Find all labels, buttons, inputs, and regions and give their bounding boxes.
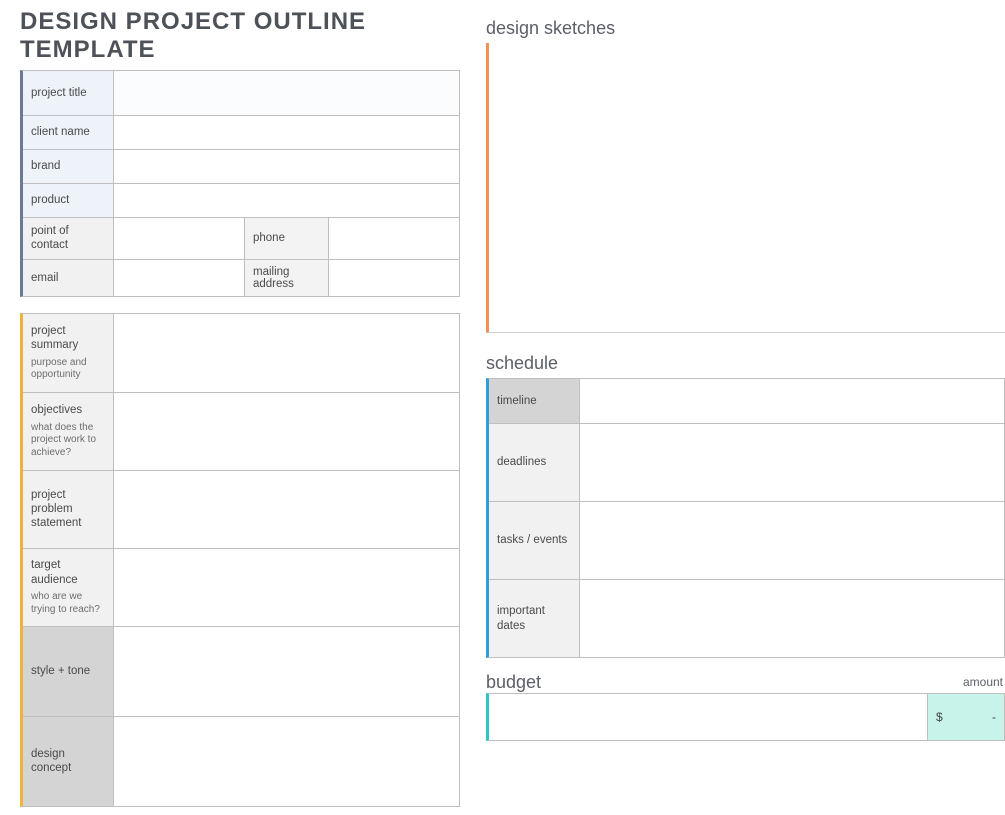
schedule-label: timeline — [489, 379, 579, 423]
schedule-cell[interactable] — [579, 580, 1004, 657]
schedule-label: deadlines — [489, 424, 579, 501]
summary-cell[interactable] — [113, 471, 459, 548]
project-info-block: project title client name brand product … — [20, 70, 460, 297]
budget-amount-cell[interactable]: $ - — [928, 694, 1004, 740]
right-column: design sketches schedule timelinedeadlin… — [486, 0, 1005, 815]
schedule-cell[interactable] — [579, 502, 1004, 579]
schedule-cell[interactable] — [579, 424, 1004, 501]
label-client-name: client name — [23, 116, 113, 149]
label-phone: phone — [244, 218, 328, 259]
summary-cell[interactable] — [113, 314, 459, 392]
summary-label: objectiveswhat does the project work to … — [23, 393, 113, 470]
label-email: email — [23, 260, 113, 296]
summary-cell[interactable] — [113, 627, 459, 716]
input-product[interactable] — [113, 184, 459, 217]
input-project-title[interactable] — [113, 71, 459, 115]
sketches-title: design sketches — [486, 18, 1005, 39]
input-mailing-address[interactable] — [328, 260, 459, 296]
budget-description[interactable] — [489, 694, 928, 740]
page-title: DESIGN PROJECT OUTLINE TEMPLATE — [20, 8, 460, 64]
label-project-title: project title — [23, 71, 113, 115]
left-column: DESIGN PROJECT OUTLINE TEMPLATE project … — [0, 0, 460, 815]
budget-block: $ - — [486, 693, 1005, 741]
sketches-area[interactable] — [486, 43, 1005, 333]
budget-amount-label: amount — [963, 675, 1003, 689]
label-point-of-contact: point of contact — [23, 218, 113, 259]
label-product: product — [23, 184, 113, 217]
summary-label: style + tone — [23, 627, 113, 716]
summary-cell[interactable] — [113, 549, 459, 626]
summary-label: target audiencewho are we trying to reac… — [23, 549, 113, 626]
summary-label: project problem statement — [23, 471, 113, 548]
budget-value: - — [992, 710, 996, 724]
summary-label: project summarypurpose and opportunity — [23, 314, 113, 392]
schedule-label: important dates — [489, 580, 579, 657]
label-mailing-address: mailing address — [244, 260, 328, 296]
schedule-block: timelinedeadlinestasks / eventsimportant… — [486, 378, 1005, 658]
schedule-cell[interactable] — [579, 379, 1004, 423]
summary-cell[interactable] — [113, 393, 459, 470]
schedule-label: tasks / events — [489, 502, 579, 579]
input-brand[interactable] — [113, 150, 459, 183]
input-point-of-contact[interactable] — [113, 218, 244, 259]
summary-cell[interactable] — [113, 717, 459, 806]
budget-title: budget — [486, 672, 541, 693]
label-brand: brand — [23, 150, 113, 183]
input-email[interactable] — [113, 260, 244, 296]
summary-block: project summarypurpose and opportunityob… — [20, 313, 460, 807]
page: DESIGN PROJECT OUTLINE TEMPLATE project … — [0, 0, 1005, 815]
summary-label: design concept — [23, 717, 113, 806]
input-phone[interactable] — [328, 218, 459, 259]
schedule-title: schedule — [486, 353, 1005, 374]
input-client-name[interactable] — [113, 116, 459, 149]
currency-symbol: $ — [936, 710, 943, 724]
